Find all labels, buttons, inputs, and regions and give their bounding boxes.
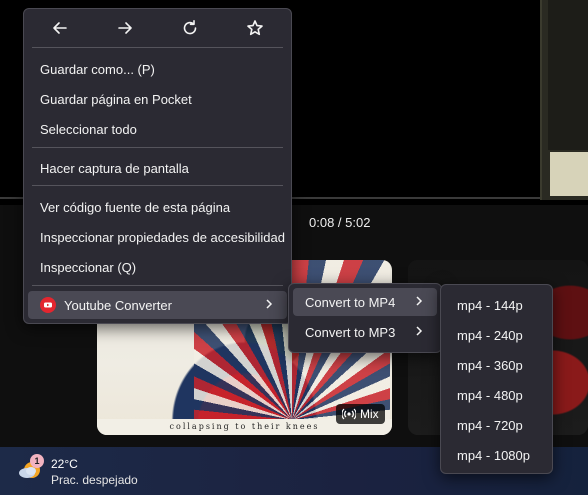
menu-separator [32,285,283,286]
back-button[interactable] [48,16,72,40]
video-time-display: 0:08 / 5:02 [309,215,371,230]
menu-item-save-as[interactable]: Guardar como... (P) [28,55,287,83]
menu-item-label: Inspeccionar (Q) [40,259,137,275]
menu-item-label: mp4 - 480p [457,387,523,403]
menu-separator [32,147,283,148]
menu-item-label: mp4 - 360p [457,357,523,373]
chevron-right-icon [265,298,273,313]
chevron-right-icon [415,325,423,340]
menu-separator [32,185,283,186]
menu-item-mp4-1080p[interactable]: mp4 - 1080p [445,441,548,469]
menu-item-mp4-240p[interactable]: mp4 - 240p [445,321,548,349]
menu-item-label: Guardar página en Pocket [40,91,192,107]
mix-label: Mix [360,407,379,421]
weather-condition[interactable]: Prac. despejado [51,473,138,487]
converter-submenu: Convert to MP4 Convert to MP3 [288,283,442,353]
bookmark-button[interactable] [243,16,267,40]
menu-item-label: mp4 - 144p [457,297,523,313]
menu-item-label: Seleccionar todo [40,121,137,137]
menu-item-label: Inspeccionar propiedades de accesibilida… [40,229,285,245]
menu-item-label: Guardar como... (P) [40,61,155,77]
forward-arrow-icon [118,22,132,34]
menu-item-youtube-converter[interactable]: Youtube Converter [28,291,287,319]
menu-item-inspect[interactable]: Inspeccionar (Q) [28,253,287,281]
back-arrow-icon [53,22,67,34]
context-nav-row [24,9,291,47]
menu-item-label: Hacer captura de pantalla [40,160,189,176]
bookmark-star-icon [247,20,263,36]
mp4-resolution-submenu: mp4 - 144p mp4 - 240p mp4 - 360p mp4 - 4… [440,284,553,474]
notification-badge: 1 [30,454,44,468]
menu-item-label: mp4 - 240p [457,327,523,343]
menu-item-screenshot[interactable]: Hacer captura de pantalla [28,154,287,182]
reload-button[interactable] [178,16,202,40]
menu-item-label: mp4 - 1080p [457,447,530,463]
forward-button[interactable] [113,16,137,40]
menu-item-mp4-480p[interactable]: mp4 - 480p [445,381,548,409]
menu-item-label: Convert to MP4 [305,294,396,310]
menu-item-inspect-accessibility[interactable]: Inspeccionar propiedades de accesibilida… [28,223,287,251]
menu-item-mp4-720p[interactable]: mp4 - 720p [445,411,548,439]
menu-item-convert-mp4[interactable]: Convert to MP4 [293,288,437,316]
menu-item-label: Youtube Converter [64,297,172,313]
menu-item-select-all[interactable]: Seleccionar todo [28,115,287,143]
menu-item-view-source[interactable]: Ver código fuente de esta página [28,193,287,221]
weather-temperature[interactable]: 22°C [51,457,78,471]
menu-separator [32,47,283,48]
menu-item-label: Convert to MP3 [305,324,396,340]
chevron-right-icon [415,295,423,310]
video-side-thumbnail [540,0,588,200]
menu-item-label: Ver código fuente de esta página [40,199,231,215]
menu-item-save-pocket[interactable]: Guardar página en Pocket [28,85,287,113]
reload-icon [183,20,197,35]
mix-badge: Mix [336,404,385,424]
menu-item-mp4-360p[interactable]: mp4 - 360p [445,351,548,379]
context-menu: Guardar como... (P) Guardar página en Po… [23,8,292,324]
youtube-converter-icon [40,297,56,313]
menu-item-label: mp4 - 720p [457,417,523,433]
radio-waves-icon [342,408,356,420]
menu-item-mp4-144p[interactable]: mp4 - 144p [445,291,548,319]
menu-item-convert-mp3[interactable]: Convert to MP3 [293,318,437,346]
